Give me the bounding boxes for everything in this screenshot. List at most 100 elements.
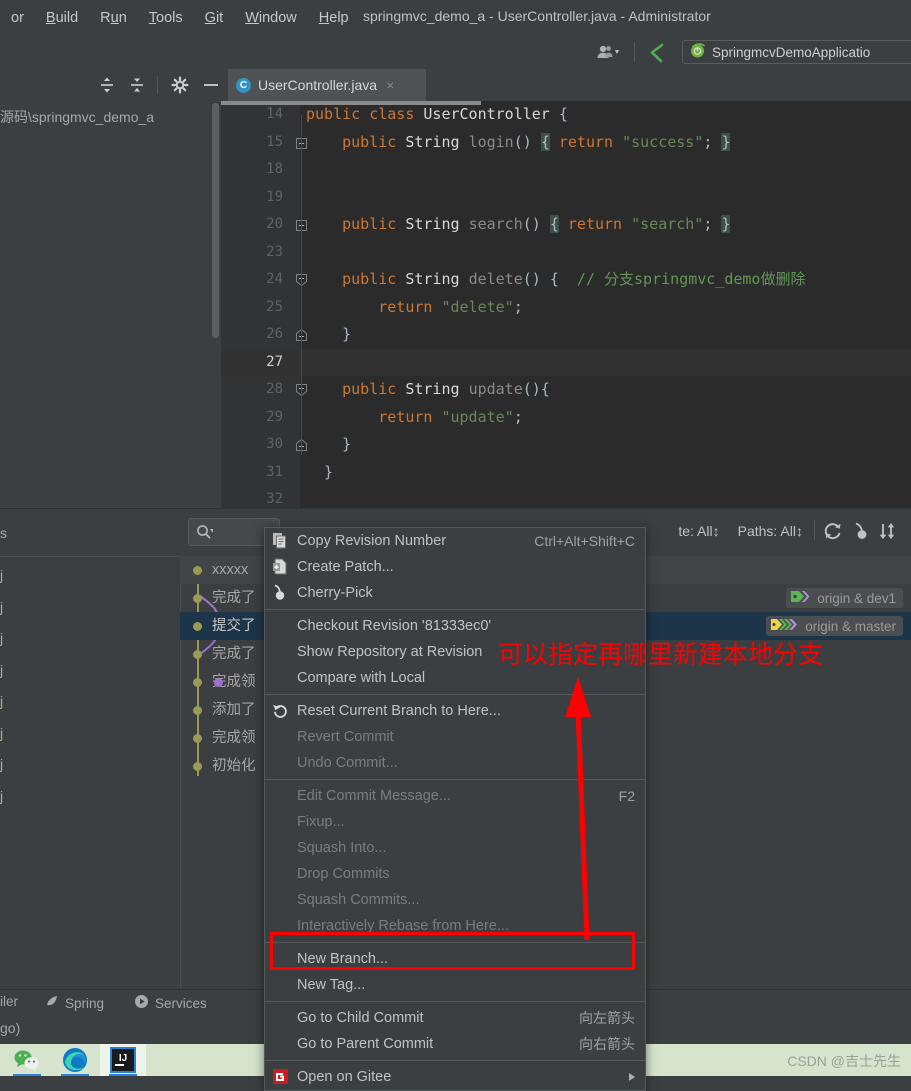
taskbar-app-wechat[interactable] — [4, 1044, 50, 1076]
git-changed-file-row[interactable]: j — [0, 750, 3, 778]
git-changed-file-row[interactable]: j — [0, 593, 3, 621]
context-menu-item-open-on-gitee[interactable]: Open on Gitee — [265, 1064, 645, 1090]
back-arrow-icon[interactable] — [646, 42, 668, 63]
editor-code-line[interactable]: return "update"; — [306, 404, 523, 432]
context-menu-item-shortcut: F2 — [618, 788, 635, 804]
editor-code-line[interactable]: public String update(){ — [306, 376, 550, 404]
git-changed-file-row[interactable]: j — [0, 624, 3, 652]
user-icon[interactable] — [596, 44, 622, 60]
code-token: String — [405, 215, 469, 233]
filter-paths-chevron[interactable]: ↕ — [796, 523, 803, 539]
code-token: update — [468, 380, 523, 398]
git-graph-commit-dot[interactable] — [193, 622, 202, 631]
gitee-icon — [272, 1068, 290, 1086]
git-changed-file-row[interactable]: j — [0, 719, 3, 747]
git-graph-commit-dot[interactable] — [193, 678, 202, 687]
project-scrollbar[interactable] — [212, 103, 219, 338]
editor-code-line[interactable]: public class UserController { — [306, 101, 568, 129]
context-menu-item-label: Cherry-Pick — [297, 585, 373, 601]
editor-code-line[interactable]: } — [306, 431, 351, 459]
git-branch-badge[interactable]: origin & dev1 — [786, 588, 903, 608]
git-changed-file-row[interactable]: j — [0, 561, 3, 589]
menu-label-rest: indow — [258, 10, 297, 26]
info-bar-text: go) — [0, 1020, 21, 1036]
editor-tab-usercontroller[interactable]: C UserController.java × — [228, 69, 426, 101]
edge-icon — [63, 1048, 87, 1072]
refresh-icon[interactable] — [823, 521, 843, 541]
status-item-profiler[interactable]: iler — [0, 994, 18, 1009]
git-commit-message: 完成领 — [212, 730, 256, 746]
git-graph-merge-dot[interactable] — [214, 678, 223, 687]
code-token: public — [342, 132, 406, 151]
context-menu-item-shortcut: Ctrl+Alt+Shift+C — [534, 533, 635, 549]
branch-tag-icon-wrap — [790, 590, 812, 606]
code-editor[interactable]: 14 public class UserController {15 public… — [221, 101, 911, 508]
menu-label: or — [11, 10, 24, 26]
context-menu-item-edit-commit-message: Edit Commit Message... F2 — [265, 783, 645, 809]
git-changed-file-row[interactable]: j — [0, 782, 3, 810]
menu-item-editor[interactable]: or — [0, 7, 35, 29]
status-item-services[interactable]: Services — [134, 994, 207, 1012]
editor-code-line[interactable]: return "delete"; — [306, 294, 523, 322]
context-menu-item-new-tag[interactable]: New Tag... — [265, 972, 645, 998]
menu-item-tools[interactable]: Tools — [138, 7, 194, 29]
filter-date[interactable]: te: All — [678, 523, 712, 539]
context-menu-item-create-patch[interactable]: Create Patch... — [265, 554, 645, 580]
branch-tag-icon-wrap — [770, 618, 800, 634]
menu-item-run[interactable]: Run — [89, 7, 138, 29]
app-root: or Build Run Tools Git Window Help sprin… — [0, 0, 911, 1091]
code-token: String — [405, 380, 469, 398]
filter-paths[interactable]: Paths: All — [738, 523, 796, 539]
git-branch-badge[interactable]: origin & master — [766, 616, 903, 636]
git-log-filters[interactable]: te: All↕ Paths: All↕ — [678, 523, 803, 539]
git-graph-commit-dot[interactable] — [193, 650, 202, 659]
editor-code-line[interactable]: public String delete() { // 分支springmvc_… — [306, 266, 805, 294]
git-graph-commit-dot[interactable] — [193, 762, 202, 771]
hide-panel-icon[interactable] — [202, 76, 220, 94]
context-menu-item-label: Edit Commit Message... — [297, 788, 451, 804]
context-menu-item-label: Go to Parent Commit — [297, 1036, 434, 1052]
cherry-pick-icon[interactable] — [851, 521, 871, 541]
context-menu-item-go-to-parent-commit[interactable]: Go to Parent Commit 向右箭头 — [265, 1031, 645, 1057]
context-menu-item-reset-current-branch-to-here[interactable]: Reset Current Branch to Here... — [265, 698, 645, 724]
editor-line-number: 25 — [266, 298, 283, 315]
taskbar-app-edge[interactable] — [52, 1044, 98, 1076]
status-item-spring[interactable]: Spring — [44, 994, 104, 1012]
context-menu-item-copy-revision-number[interactable]: Copy Revision Number Ctrl+Alt+Shift+C — [265, 528, 645, 554]
git-graph-commit-dot[interactable] — [193, 734, 202, 743]
git-graph-commit-dot[interactable] — [193, 566, 202, 575]
editor-code-line[interactable]: } — [306, 321, 351, 349]
run-configuration-label: SpringmcvDemoApplicatio — [712, 44, 871, 60]
settings-gear-icon[interactable] — [171, 76, 189, 94]
sort-icon[interactable] — [877, 521, 897, 541]
context-menu-item-cherry-pick[interactable]: Cherry-Pick — [265, 580, 645, 606]
git-graph-commit-dot[interactable] — [193, 594, 202, 603]
context-menu-item-label: Go to Child Commit — [297, 1010, 424, 1026]
commit-context-menu[interactable]: Copy Revision Number Ctrl+Alt+Shift+C Crea… — [264, 527, 646, 1091]
menu-item-help[interactable]: Help — [308, 7, 360, 29]
filter-date-chevron[interactable]: ↕ — [713, 523, 720, 539]
code-token: ; — [703, 215, 722, 233]
git-changed-file-row[interactable]: j — [0, 656, 3, 684]
editor-code-line[interactable]: public String login() { return "success"… — [306, 129, 731, 157]
expand-all-icon[interactable] — [98, 76, 116, 94]
editor-code-line[interactable]: } — [306, 459, 333, 487]
editor-line-number: 14 — [266, 106, 283, 122]
context-menu-item-go-to-child-commit[interactable]: Go to Child Commit 向左箭头 — [265, 1005, 645, 1031]
menu-mnemonic: u — [110, 10, 119, 26]
git-graph-commit-dot[interactable] — [193, 706, 202, 715]
menu-item-window[interactable]: Window — [234, 7, 308, 29]
close-icon[interactable]: × — [386, 77, 394, 93]
editor-line-number: 29 — [266, 408, 283, 425]
git-changed-file-row[interactable]: j — [0, 687, 3, 715]
collapse-all-icon[interactable] — [128, 76, 146, 94]
menu-item-git[interactable]: Git — [194, 7, 235, 29]
code-token: "success" — [622, 132, 704, 151]
run-configuration-selector[interactable]: SpringmcvDemoApplicatio — [682, 40, 911, 64]
editor-code-line[interactable]: public String search() { return "search"… — [306, 211, 731, 239]
menu-item-build[interactable]: Build — [35, 7, 89, 29]
taskbar-app-intellij-idea[interactable]: IJ — [100, 1044, 146, 1076]
